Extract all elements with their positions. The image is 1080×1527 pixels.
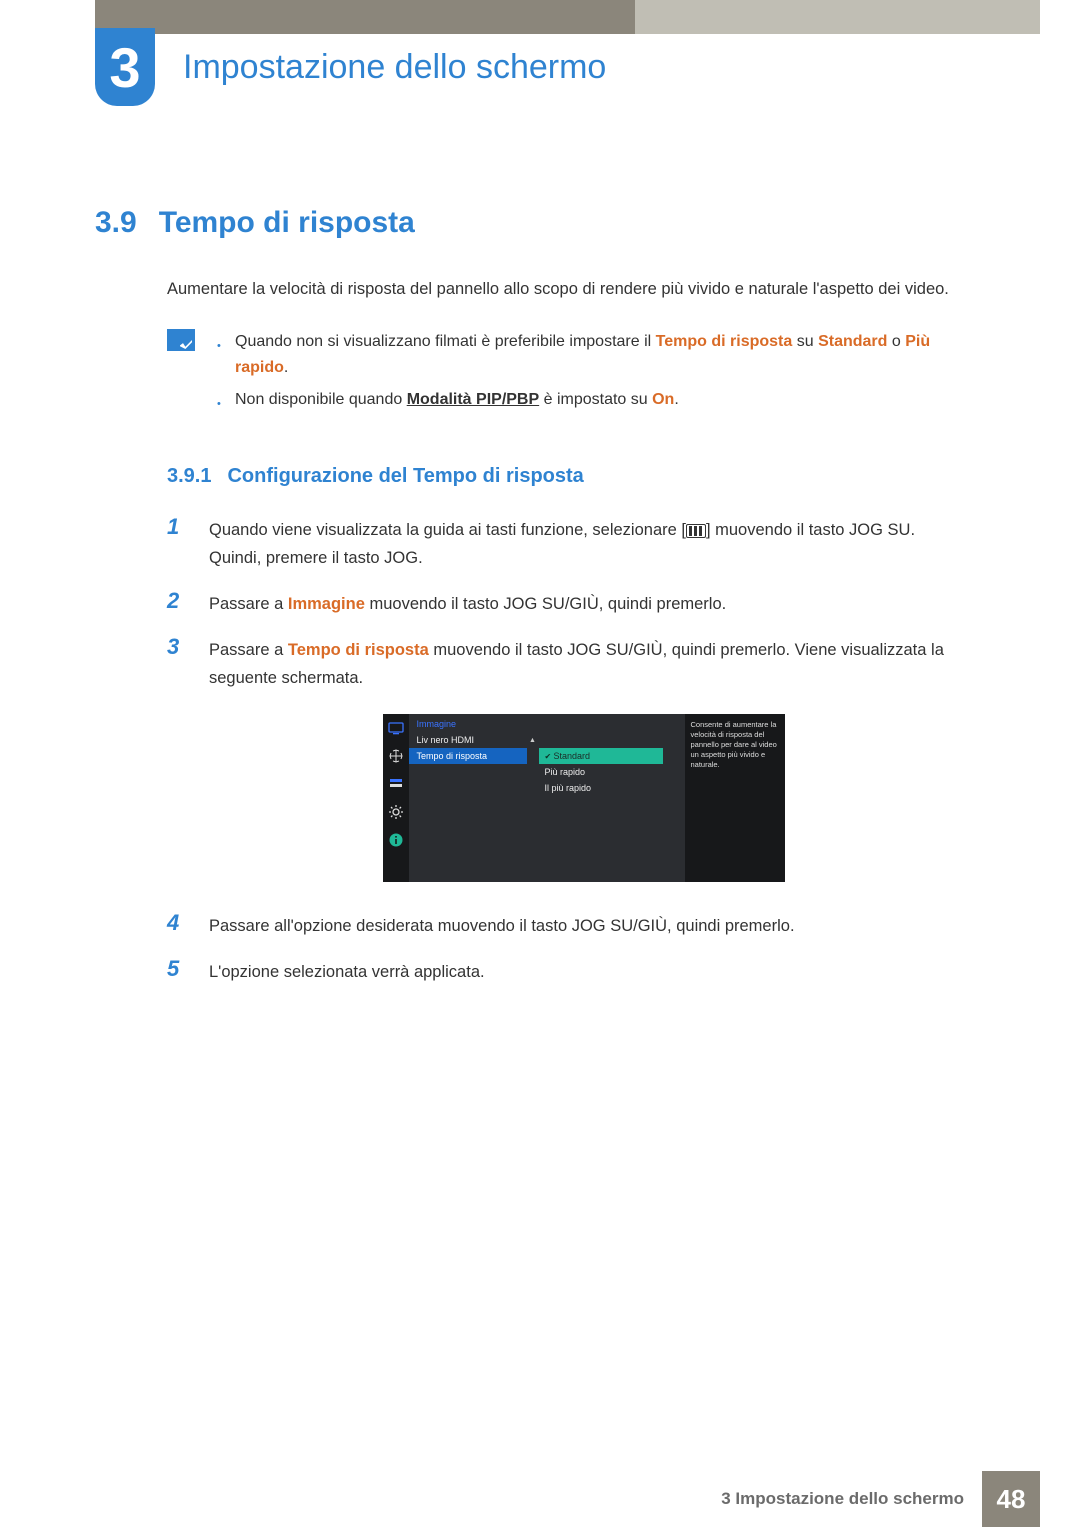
osd-item-tempo-risposta: Tempo di risposta	[409, 748, 527, 764]
note-list: Quando non si visualizzano filmati è pre…	[217, 329, 970, 419]
page-number: 48	[982, 1471, 1040, 1527]
text: è impostato su	[539, 391, 652, 408]
note-icon	[167, 329, 195, 351]
note-item-2: Non disponibile quando Modalità PIP/PBP …	[217, 387, 970, 413]
text: .	[284, 359, 288, 376]
text: muovendo il tasto JOG SU/GIÙ, quindi pre…	[365, 595, 726, 613]
section-title: Tempo di risposta	[159, 206, 415, 240]
step-number: 3	[167, 636, 187, 658]
text: o	[887, 333, 905, 350]
step-text-2: Passare a Immagine muovendo il tasto JOG…	[209, 590, 726, 618]
text: .	[674, 391, 678, 408]
osd-category-title: Immagine	[409, 714, 685, 732]
up-arrow-icon: ▲	[527, 737, 539, 744]
cross-ref-link[interactable]: Modalità PIP/PBP	[407, 391, 539, 408]
top-decor-bar	[0, 0, 1080, 34]
step-number: 4	[167, 912, 187, 934]
step-number: 2	[167, 590, 187, 612]
step-text-5: L'opzione selezionata verrà applicata.	[209, 958, 485, 986]
text: Non disponibile quando	[235, 391, 407, 408]
step-text-1: Quando viene visualizzata la guida ai ta…	[209, 516, 970, 572]
step-text-4: Passare all'opzione desiderata muovendo …	[209, 912, 795, 940]
osd-sidebar-icons	[383, 714, 409, 882]
osd-main-panel: Immagine Liv nero HDMI ▲ Tempo di rispos…	[409, 714, 685, 882]
footer-chapter-label: 3 Impostazione dello schermo	[721, 1471, 982, 1527]
chapter-number-badge: 3	[95, 28, 155, 106]
page-footer: 3 Impostazione dello schermo 48	[0, 1471, 1080, 1527]
step-text-3: Passare a Tempo di risposta muovendo il …	[209, 636, 970, 692]
osd-help-text: Consente di aumentare la velocità di ris…	[685, 714, 785, 882]
step-number: 5	[167, 958, 187, 980]
subsection-number: 3.9.1	[167, 465, 211, 488]
term: Standard	[818, 333, 887, 350]
osd-item-liv-nero: Liv nero HDMI	[409, 732, 527, 748]
term: Tempo di risposta	[288, 641, 429, 659]
text: su	[792, 333, 818, 350]
info-icon	[388, 832, 404, 848]
text: Quando non si visualizzano filmati è pre…	[235, 333, 656, 350]
term: On	[652, 391, 674, 408]
menu-button-icon	[686, 524, 706, 538]
system-icon	[388, 776, 404, 792]
osd-option-piu-rapido: Più rapido	[539, 764, 685, 780]
osd-option-standard: Standard	[539, 748, 663, 764]
section-number: 3.9	[95, 206, 137, 240]
subsection-title: Configurazione del Tempo di risposta	[227, 465, 583, 488]
osd-screenshot: Immagine Liv nero HDMI ▲ Tempo di rispos…	[383, 714, 785, 882]
text: Passare a	[209, 641, 288, 659]
chapter-title: Impostazione dello schermo	[183, 48, 606, 87]
note-item-1: Quando non si visualizzano filmati è pre…	[217, 329, 970, 381]
text: Quando viene visualizzata la guida ai ta…	[209, 521, 686, 539]
term: Immagine	[288, 595, 365, 613]
settings-icon	[388, 804, 404, 820]
osd-option-il-piu-rapido: Il più rapido	[539, 780, 685, 796]
section-intro: Aumentare la velocità di risposta del pa…	[167, 276, 970, 303]
size-icon	[388, 748, 404, 764]
step-number: 1	[167, 516, 187, 538]
text: Passare a	[209, 595, 288, 613]
picture-icon	[388, 720, 404, 736]
term: Tempo di risposta	[656, 333, 793, 350]
